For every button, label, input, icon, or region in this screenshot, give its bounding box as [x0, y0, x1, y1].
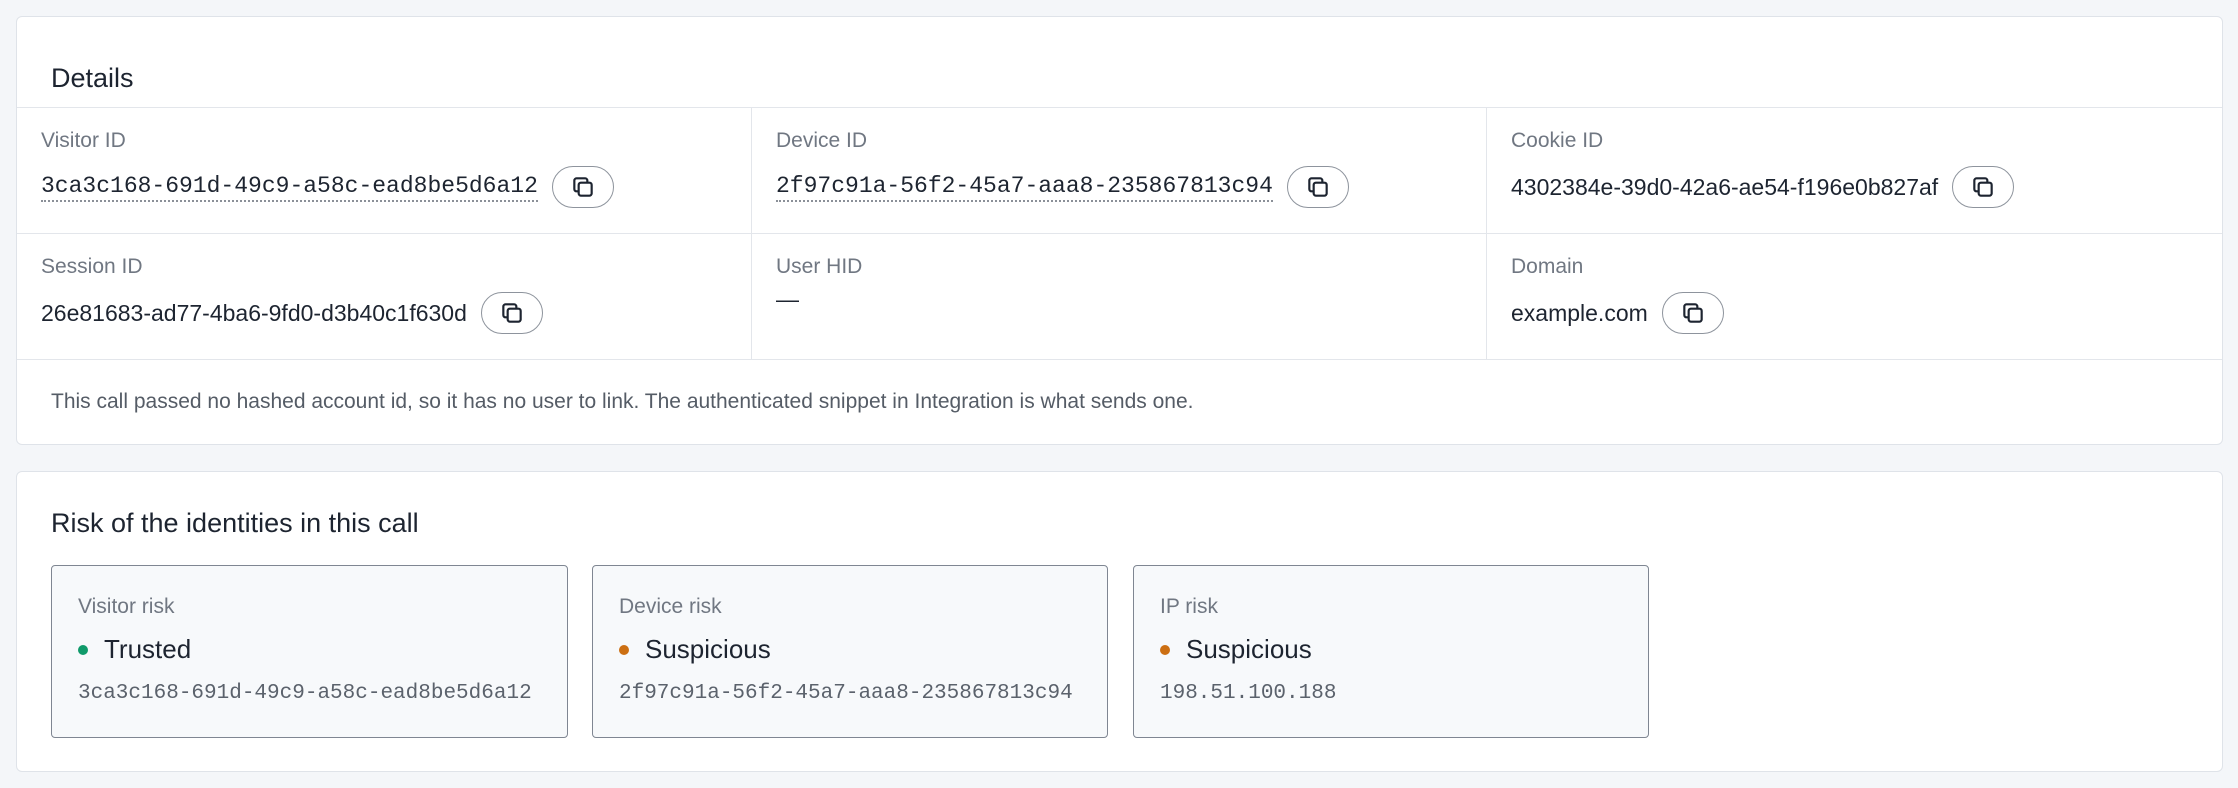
copy-domain-button[interactable] — [1661, 292, 1724, 334]
ip-risk-label: IP risk — [1160, 595, 1218, 618]
device-risk-status-text: Suspicious — [645, 634, 771, 664]
cookie-id-cell: Cookie ID 4302384e-39d0-42a6-ae54-f196e0… — [1487, 108, 2222, 233]
device-risk-status: Suspicious — [619, 634, 771, 665]
visitor-id-value[interactable]: 3ca3c168-691d-49c9-a58c-ead8be5d6a12 — [41, 173, 538, 202]
user-hid-cell: User HID — — [752, 234, 1487, 359]
user-hid-value: — — [776, 286, 799, 312]
domain-value-row: example.com — [1511, 292, 1724, 334]
risk-card: Risk of the identities in this call Visi… — [16, 471, 2223, 772]
page: Details Visitor ID 3ca3c168-691d-49c9-a5… — [0, 0, 2238, 788]
ip-risk-status-text: Suspicious — [1186, 634, 1312, 664]
visitor-id-cell: Visitor ID 3ca3c168-691d-49c9-a58c-ead8b… — [17, 108, 752, 233]
copy-visitor-id-button[interactable] — [551, 166, 614, 208]
domain-label: Domain — [1511, 255, 1584, 278]
device-risk-id: 2f97c91a-56f2-45a7-aaa8-235867813c94 — [619, 682, 1073, 705]
details-title: Details — [51, 63, 134, 93]
visitor-risk-label: Visitor risk — [78, 595, 175, 618]
device-id-cell: Device ID 2f97c91a-56f2-45a7-aaa8-235867… — [752, 108, 1487, 233]
copy-icon — [1973, 177, 1993, 197]
device-id-value[interactable]: 2f97c91a-56f2-45a7-aaa8-235867813c94 — [776, 173, 1273, 202]
cookie-id-value-row: 4302384e-39d0-42a6-ae54-f196e0b827af — [1511, 166, 2015, 208]
copy-icon — [1683, 303, 1703, 323]
session-id-value: 26e81683-ad77-4ba6-9fd0-d3b40c1f630d — [41, 299, 467, 326]
details-card: Details Visitor ID 3ca3c168-691d-49c9-a5… — [16, 16, 2223, 445]
user-hid-value-row: — — [776, 286, 799, 313]
ip-risk-box: IP risk Suspicious 198.51.100.188 — [1133, 565, 1649, 738]
device-risk-label: Device risk — [619, 595, 722, 618]
details-grid: Visitor ID 3ca3c168-691d-49c9-a58c-ead8b… — [17, 107, 2222, 360]
copy-icon — [502, 303, 522, 323]
session-id-value-row: 26e81683-ad77-4ba6-9fd0-d3b40c1f630d — [41, 292, 543, 334]
details-row-1: Visitor ID 3ca3c168-691d-49c9-a58c-ead8b… — [17, 108, 2222, 234]
visitor-risk-id: 3ca3c168-691d-49c9-a58c-ead8be5d6a12 — [78, 682, 532, 705]
device-risk-box: Device risk Suspicious 2f97c91a-56f2-45a… — [592, 565, 1108, 738]
copy-icon — [1308, 177, 1328, 197]
device-id-value-row: 2f97c91a-56f2-45a7-aaa8-235867813c94 — [776, 166, 1349, 208]
visitor-risk-box: Visitor risk Trusted 3ca3c168-691d-49c9-… — [51, 565, 568, 738]
visitor-risk-status-text: Trusted — [104, 634, 192, 664]
status-dot-icon — [1160, 644, 1170, 655]
visitor-risk-status: Trusted — [78, 634, 191, 665]
visitor-id-value-row: 3ca3c168-691d-49c9-a58c-ead8be5d6a12 — [41, 166, 614, 208]
ip-risk-id: 198.51.100.188 — [1160, 682, 1337, 705]
ip-risk-status: Suspicious — [1160, 634, 1312, 665]
user-hid-label: User HID — [776, 255, 863, 278]
status-dot-icon — [78, 644, 88, 655]
risk-title: Risk of the identities in this call — [51, 508, 419, 538]
domain-cell: Domain example.com — [1487, 234, 2222, 359]
session-id-label: Session ID — [41, 255, 143, 278]
visitor-id-label: Visitor ID — [41, 129, 126, 152]
cookie-id-value: 4302384e-39d0-42a6-ae54-f196e0b827af — [1511, 173, 1939, 200]
details-row-2: Session ID 26e81683-ad77-4ba6-9fd0-d3b40… — [17, 234, 2222, 360]
copy-icon — [573, 177, 593, 197]
device-id-label: Device ID — [776, 129, 868, 152]
copy-session-id-button[interactable] — [480, 292, 543, 334]
status-dot-icon — [619, 644, 629, 655]
copy-device-id-button[interactable] — [1286, 166, 1349, 208]
session-id-cell: Session ID 26e81683-ad77-4ba6-9fd0-d3b40… — [17, 234, 752, 359]
cookie-id-label: Cookie ID — [1511, 129, 1604, 152]
domain-value: example.com — [1511, 299, 1648, 326]
copy-cookie-id-button[interactable] — [1952, 166, 2015, 208]
details-note: This call passed no hashed account id, s… — [51, 390, 1194, 413]
